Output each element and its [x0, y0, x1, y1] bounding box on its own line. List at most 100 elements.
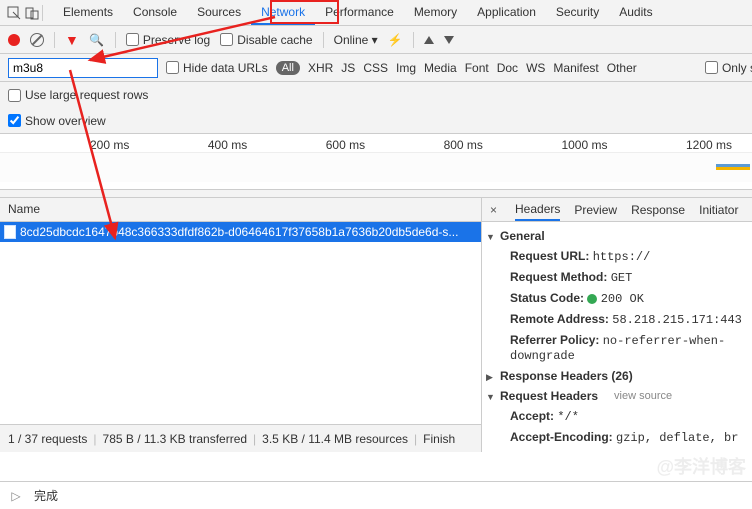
tab-preview[interactable]: Preview	[574, 200, 617, 220]
tick: 200 ms	[90, 138, 129, 152]
offline-icon[interactable]: ⚡	[388, 33, 403, 47]
option-row-1: Use large request rows	[0, 82, 752, 108]
filter-type-doc[interactable]: Doc	[497, 61, 518, 75]
status-transferred: 785 B / 11.3 KB transferred	[103, 432, 248, 446]
tick: 1000 ms	[561, 138, 607, 152]
headers-detail: General Request URL: https:// Request Me…	[482, 222, 752, 448]
record-button[interactable]	[8, 34, 20, 46]
view-source-link[interactable]: view source	[614, 390, 672, 402]
filter-icon[interactable]: ▼	[65, 32, 79, 48]
close-detail-button[interactable]: ×	[486, 203, 501, 217]
kv-status-code: Status Code: 200 OK	[486, 288, 752, 309]
show-overview-checkbox[interactable]: Show overview	[8, 114, 106, 128]
tab-initiator[interactable]: Initiator	[699, 200, 738, 220]
filter-type-xhr[interactable]: XHR	[308, 61, 333, 75]
status-bar: 1 / 37 requests| 785 B / 11.3 KB transfe…	[0, 424, 481, 452]
request-list-empty	[0, 242, 481, 424]
disable-cache-checkbox[interactable]: Disable cache	[220, 33, 312, 47]
column-header-name[interactable]: Name	[0, 198, 481, 222]
detail-pane: × Headers Preview Response Initiator Ti …	[482, 198, 752, 452]
kv-accept: Accept: */*	[486, 406, 752, 427]
filter-type-manifest[interactable]: Manifest	[553, 61, 598, 75]
filter-type-font[interactable]: Font	[465, 61, 489, 75]
large-rows-label: Use large request rows	[25, 88, 148, 102]
timeline-ticks: 200 ms 400 ms 600 ms 800 ms 1000 ms 1200…	[0, 134, 752, 152]
throttle-select[interactable]: Online ▾	[334, 33, 378, 47]
tab-response[interactable]: Response	[631, 200, 685, 220]
tab-audits[interactable]: Audits	[609, 0, 662, 25]
show-overview-label: Show overview	[25, 114, 106, 128]
main-split: Name 8cd25dbcdc1647b48c366333dfdf862b-d0…	[0, 198, 752, 452]
hide-data-urls-checkbox[interactable]: Hide data URLs	[166, 61, 268, 75]
tab-sources[interactable]: Sources	[187, 0, 251, 25]
only-show-label: Only show re	[722, 61, 752, 75]
tick: 1200 ms	[686, 138, 732, 152]
timeline-request-bar	[716, 164, 750, 170]
status-resources: 3.5 KB / 11.4 MB resources	[262, 432, 408, 446]
tick: 800 ms	[444, 138, 483, 152]
large-rows-checkbox[interactable]: Use large request rows	[8, 88, 148, 102]
panel-tabs: Elements Console Sources Network Perform…	[53, 0, 663, 25]
filter-type-js[interactable]: JS	[341, 61, 355, 75]
disable-cache-label: Disable cache	[237, 33, 312, 47]
tab-application[interactable]: Application	[467, 0, 546, 25]
play-icon[interactable]: ▷	[8, 488, 24, 504]
timeline-grid	[0, 152, 752, 182]
kv-remote-address: Remote Address: 58.218.215.171:443	[486, 309, 752, 330]
filter-type-img[interactable]: Img	[396, 61, 416, 75]
inspect-icon[interactable]	[6, 5, 22, 21]
option-row-2: Show overview	[0, 108, 752, 134]
tab-elements[interactable]: Elements	[53, 0, 123, 25]
tab-network[interactable]: Network	[251, 0, 315, 25]
separator	[42, 5, 43, 21]
filter-type-ws[interactable]: WS	[526, 61, 545, 75]
kv-request-url: Request URL: https://	[486, 246, 752, 267]
kv-accept-encoding: Accept-Encoding: gzip, deflate, br	[486, 427, 752, 448]
import-har-icon[interactable]	[424, 36, 434, 44]
filter-type-other[interactable]: Other	[607, 61, 637, 75]
tab-console[interactable]: Console	[123, 0, 187, 25]
export-har-icon[interactable]	[444, 36, 454, 44]
preserve-log-label: Preserve log	[143, 33, 210, 47]
clear-button[interactable]	[30, 33, 44, 47]
file-icon	[4, 225, 16, 239]
filter-type-css[interactable]: CSS	[363, 61, 388, 75]
devtools-topbar: Elements Console Sources Network Perform…	[0, 0, 752, 26]
filter-input[interactable]	[8, 58, 158, 78]
separator	[115, 32, 116, 48]
filter-bar: Hide data URLs All XHR JS CSS Img Media …	[0, 54, 752, 82]
section-response-headers[interactable]: Response Headers (26)	[486, 366, 752, 386]
tab-memory[interactable]: Memory	[404, 0, 467, 25]
detail-tabs: × Headers Preview Response Initiator Ti	[482, 198, 752, 222]
search-icon[interactable]: 🔍	[89, 32, 105, 48]
section-general[interactable]: General	[486, 226, 752, 246]
network-toolbar: ▼ 🔍 Preserve log Disable cache Online ▾ …	[0, 26, 752, 54]
tab-security[interactable]: Security	[546, 0, 609, 25]
tick: 600 ms	[326, 138, 365, 152]
footer-status: 完成	[34, 487, 58, 504]
tab-performance[interactable]: Performance	[315, 0, 404, 25]
tick: 400 ms	[208, 138, 247, 152]
kv-request-method: Request Method: GET	[486, 267, 752, 288]
request-list-pane: Name 8cd25dbcdc1647b48c366333dfdf862b-d0…	[0, 198, 482, 452]
status-finish: Finish	[423, 432, 455, 446]
filter-type-media[interactable]: Media	[424, 61, 457, 75]
separator	[54, 32, 55, 48]
preserve-log-checkbox[interactable]: Preserve log	[126, 33, 210, 47]
separator	[413, 32, 414, 48]
hide-data-urls-label: Hide data URLs	[183, 61, 268, 75]
section-request-headers[interactable]: Request Headersview source	[486, 386, 752, 406]
separator	[323, 32, 324, 48]
splitter[interactable]	[0, 190, 752, 198]
tab-headers[interactable]: Headers	[515, 199, 560, 221]
kv-referrer-policy: Referrer Policy: no-referrer-when-downgr…	[486, 330, 752, 366]
timeline-overview[interactable]: 200 ms 400 ms 600 ms 800 ms 1000 ms 1200…	[0, 134, 752, 190]
request-row[interactable]: 8cd25dbcdc1647b48c366333dfdf862b-d064646…	[0, 222, 481, 242]
only-show-checkbox[interactable]: Only show re	[705, 61, 752, 75]
browser-footer: ▷ 完成	[0, 481, 752, 509]
device-toggle-icon[interactable]	[24, 5, 40, 21]
status-requests: 1 / 37 requests	[8, 432, 87, 446]
watermark: @李洋博客	[656, 453, 746, 479]
filter-type-all[interactable]: All	[276, 61, 300, 75]
request-name: 8cd25dbcdc1647b48c366333dfdf862b-d064646…	[20, 225, 458, 239]
